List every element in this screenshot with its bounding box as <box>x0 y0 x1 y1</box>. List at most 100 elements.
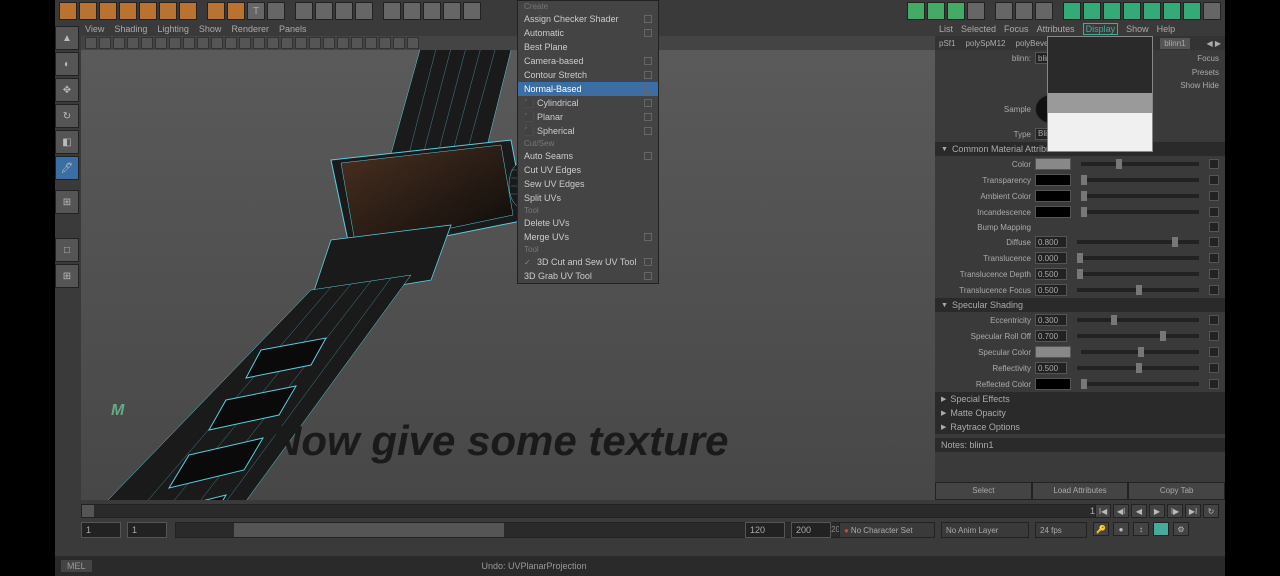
loop-icon[interactable]: ↻ <box>1203 504 1219 518</box>
vp-icon[interactable] <box>85 37 97 49</box>
map-button[interactable] <box>1209 207 1219 217</box>
map-button[interactable] <box>1209 269 1219 279</box>
text-icon[interactable]: T <box>247 2 265 20</box>
vp-icon[interactable] <box>295 37 307 49</box>
charset-combo[interactable]: ●No Character Set <box>839 522 935 538</box>
menu-best-plane[interactable]: Best Plane <box>518 40 658 54</box>
vp-icon[interactable] <box>225 37 237 49</box>
map-button[interactable] <box>1209 159 1219 169</box>
rolloff-input[interactable] <box>1035 330 1067 342</box>
combine-icon[interactable] <box>907 2 925 20</box>
copy-tab-button[interactable]: Copy Tab <box>1128 482 1225 500</box>
color-swatch[interactable] <box>1035 346 1071 358</box>
range-end2-input[interactable]: 200 <box>791 522 831 538</box>
translf-input[interactable] <box>1035 284 1067 296</box>
vp-icon[interactable] <box>267 37 279 49</box>
time-slider[interactable] <box>81 504 1105 518</box>
color-swatch[interactable] <box>1035 174 1071 186</box>
transld-input[interactable] <box>1035 268 1067 280</box>
map-icon[interactable] <box>1183 2 1201 20</box>
menu-sew-uv[interactable]: Sew UV Edges <box>518 177 658 191</box>
menu-camera-based[interactable]: Camera-based <box>518 54 658 68</box>
cylinder-icon[interactable] <box>99 2 117 20</box>
select-tool-icon[interactable]: ▲ <box>55 26 79 50</box>
menu-normal-based[interactable]: Normal-Based <box>518 82 658 96</box>
menu-show[interactable]: Show <box>199 24 222 34</box>
play-back-icon[interactable]: ◀ <box>1131 504 1147 518</box>
fps-combo[interactable]: 24 fps <box>1035 522 1087 538</box>
autokey-icon[interactable]: ● <box>1113 522 1129 536</box>
vp-icon[interactable] <box>379 37 391 49</box>
section-specular[interactable]: ▼Specular Shading <box>935 298 1225 312</box>
menu-view[interactable]: View <box>85 24 104 34</box>
map-button[interactable] <box>1209 315 1219 325</box>
vp-icon[interactable] <box>155 37 167 49</box>
layout-uv-icon[interactable] <box>1103 2 1121 20</box>
menu-shading[interactable]: Shading <box>114 24 147 34</box>
grid-icon[interactable] <box>315 2 333 20</box>
section-fx[interactable]: ▶Special Effects <box>935 392 1225 406</box>
sphere-icon[interactable] <box>79 2 97 20</box>
extract-icon[interactable] <box>947 2 965 20</box>
project-icon[interactable] <box>1163 2 1181 20</box>
vp-icon[interactable] <box>183 37 195 49</box>
time-handle[interactable] <box>82 505 94 517</box>
pivot-icon[interactable] <box>335 2 353 20</box>
vp-icon[interactable] <box>239 37 251 49</box>
disc-icon[interactable] <box>179 2 197 20</box>
rotate-tool-icon[interactable]: ↻ <box>55 104 79 128</box>
bevel-icon[interactable] <box>1015 2 1033 20</box>
torus-icon[interactable] <box>139 2 157 20</box>
menu-3d-cut-sew[interactable]: ✓3D Cut and Sew UV Tool <box>518 255 658 269</box>
vp-icon[interactable] <box>141 37 153 49</box>
lasso-tool-icon[interactable]: ◐ <box>55 52 79 76</box>
menu-planar[interactable]: ⬛Planar <box>518 110 658 124</box>
vp-icon[interactable] <box>407 37 419 49</box>
menu-delete-uv[interactable]: Delete UVs <box>518 216 658 230</box>
menu-automatic[interactable]: Automatic <box>518 26 658 40</box>
diffuse-input[interactable] <box>1035 236 1067 248</box>
render-icon[interactable] <box>403 2 421 20</box>
map-button[interactable] <box>1209 285 1219 295</box>
sew-uv-icon[interactable] <box>1143 2 1161 20</box>
boolean-icon[interactable] <box>967 2 985 20</box>
color-swatch[interactable] <box>1035 190 1071 202</box>
viewport-3d[interactable]: M Now give some texture <box>81 50 935 500</box>
vp-icon[interactable] <box>337 37 349 49</box>
vp-icon[interactable] <box>113 37 125 49</box>
menu-spherical[interactable]: ⬛Spherical <box>518 124 658 138</box>
snap-icon[interactable] <box>295 2 313 20</box>
rewind-end-icon[interactable]: ▶I <box>1185 504 1201 518</box>
view-single-icon[interactable]: □ <box>55 238 79 262</box>
transl-input[interactable] <box>1035 252 1067 264</box>
refl-input[interactable] <box>1035 362 1067 374</box>
curve-icon[interactable] <box>207 2 225 20</box>
range-end-input[interactable]: 120 <box>745 522 785 538</box>
uv-icon[interactable] <box>1063 2 1081 20</box>
vp-icon[interactable] <box>351 37 363 49</box>
menu-contour-stretch[interactable]: Contour Stretch <box>518 68 658 82</box>
timeline[interactable]: 1 I◀ ◀I ◀ ▶ I▶ ▶I ↻ 1 1 120 120 200 ●No … <box>55 500 1225 556</box>
plane-icon[interactable] <box>159 2 177 20</box>
vp-icon[interactable] <box>253 37 265 49</box>
map-button[interactable] <box>1209 175 1219 185</box>
scale-tool-icon[interactable]: ◧ <box>55 130 79 154</box>
paint-tool-icon[interactable]: 🖊 <box>55 156 79 180</box>
separate-icon[interactable] <box>927 2 945 20</box>
record-icon[interactable] <box>1153 522 1169 536</box>
panel-icon[interactable] <box>443 2 461 20</box>
viewport-toolbar[interactable] <box>81 36 935 50</box>
view-four-icon[interactable]: ⊞ <box>55 264 79 288</box>
script-mode[interactable]: MEL <box>61 560 92 572</box>
map-button[interactable] <box>1209 191 1219 201</box>
map-button[interactable] <box>1209 237 1219 247</box>
vp-icon[interactable] <box>127 37 139 49</box>
cube-icon[interactable] <box>59 2 77 20</box>
viewport-menu[interactable]: View Shading Lighting Show Renderer Pane… <box>81 22 935 36</box>
menu-auto-seams[interactable]: Auto Seams <box>518 149 658 163</box>
prefs-icon[interactable]: ⚙ <box>1173 522 1189 536</box>
menu-panels[interactable]: Panels <box>279 24 307 34</box>
menu-assign-checker[interactable]: Assign Checker Shader <box>518 12 658 26</box>
snap-grid-icon[interactable]: ⊞ <box>55 190 79 214</box>
map-button[interactable] <box>1209 347 1219 357</box>
